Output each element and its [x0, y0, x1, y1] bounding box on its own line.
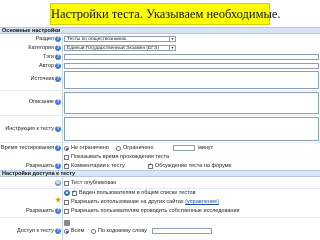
show-time-checkbox[interactable]	[64, 155, 69, 160]
comments-label: Комментарии к тесту	[71, 163, 125, 169]
source-textarea[interactable]	[64, 71, 319, 89]
section-header-access: Настройки доступа к тесту	[0, 170, 320, 177]
section-select-value: Тесты по обществознанию	[67, 37, 127, 42]
tags-label: Тэги	[42, 54, 54, 60]
row-divider	[0, 142, 320, 143]
access-label: Доступ к тесту	[17, 228, 54, 234]
access-code-label: По кодовому слову	[98, 228, 147, 234]
section-header-basic: Основные настройки	[0, 27, 320, 34]
other-sites-text: Разрешить использование на других сайтах	[71, 199, 184, 205]
other-sites-checkbox[interactable]	[64, 200, 69, 205]
code-word-input[interactable]	[152, 228, 212, 234]
help-icon: ?	[55, 228, 61, 234]
row-divider	[0, 90, 320, 91]
allow-label: Разрешить	[26, 163, 54, 169]
help-icon: ?	[55, 63, 61, 69]
time-unlimited-label: Не ограничено	[71, 145, 109, 151]
instruction-textarea[interactable]	[64, 117, 319, 141]
tags-input[interactable]	[64, 54, 319, 60]
forum-discuss-checkbox[interactable]	[148, 162, 153, 169]
help-icon: ?	[55, 99, 61, 105]
help-icon: ?	[55, 36, 61, 42]
star-icon: ★	[55, 197, 62, 204]
gear-icon: ⚙	[55, 180, 61, 186]
help-icon: ?	[55, 54, 61, 60]
source-label: Источник	[30, 76, 54, 82]
help-icon: ?	[55, 76, 61, 82]
comments-checkbox[interactable]	[64, 162, 69, 169]
research-checkbox[interactable]	[64, 209, 69, 214]
help-icon: ?	[55, 145, 61, 151]
other-sites-label: Разрешить использование на других сайтах…	[71, 199, 219, 206]
category-select[interactable]: Единый Государственный Экзамен (ЕГЭ) ▼	[64, 45, 176, 51]
published-label: Тест опубликован	[71, 180, 117, 186]
published-checkbox[interactable]	[64, 181, 69, 186]
chevron-down-icon: ▼	[169, 37, 175, 41]
help-icon: ?	[55, 45, 61, 51]
help-icon: ?	[55, 126, 61, 132]
section-select[interactable]: Тесты по обществознанию ▼	[64, 36, 176, 42]
show-time-label: Показывать время прохождения теста	[71, 154, 170, 160]
section-label: Раздел	[35, 36, 54, 42]
instruction-label: Инструкция к тесту	[5, 126, 54, 132]
description-label: Описание	[28, 99, 54, 105]
minutes-unit: минут	[198, 145, 214, 151]
access-all-radio[interactable]	[64, 229, 69, 234]
access-all-label: Всем	[71, 228, 85, 234]
row-divider	[0, 188, 320, 189]
row-divider	[0, 217, 320, 218]
help-icon: ?	[55, 163, 61, 169]
minutes-input[interactable]	[173, 145, 195, 151]
chevron-down-icon: ▼	[169, 46, 175, 50]
access-code-radio[interactable]	[91, 229, 96, 234]
help-icon: ?	[55, 208, 61, 214]
allow-research-row-label: Разрешить	[26, 208, 54, 214]
eye-icon: ●	[64, 190, 70, 196]
category-select-value: Единый Государственный Экзамен (ЕГЭ)	[67, 46, 159, 51]
forum-discuss-label: Обсуждение теста на форуме	[155, 163, 232, 169]
description-textarea[interactable]	[64, 92, 319, 114]
time-unlimited-radio[interactable]	[64, 146, 69, 151]
page-banner: Настройки теста. Указываем необходимые.	[50, 3, 281, 25]
visible-label: Виден пользователям в общем списке тесто…	[79, 190, 196, 196]
row-divider	[0, 115, 320, 116]
author-input[interactable]	[64, 63, 319, 69]
visible-checkbox[interactable]	[72, 189, 77, 196]
research-label: Разрешить пользователям проводить собств…	[71, 208, 240, 214]
lock-icon	[64, 220, 70, 226]
test-time-label: Время тестирования	[0, 145, 54, 151]
time-limited-label: Ограничено	[123, 145, 154, 151]
time-limited-radio[interactable]	[116, 146, 121, 151]
category-label: Категория	[28, 45, 54, 51]
author-label: Автор	[38, 63, 54, 69]
form-divider	[62, 30, 63, 240]
manage-link[interactable]: (управление)	[185, 199, 219, 205]
